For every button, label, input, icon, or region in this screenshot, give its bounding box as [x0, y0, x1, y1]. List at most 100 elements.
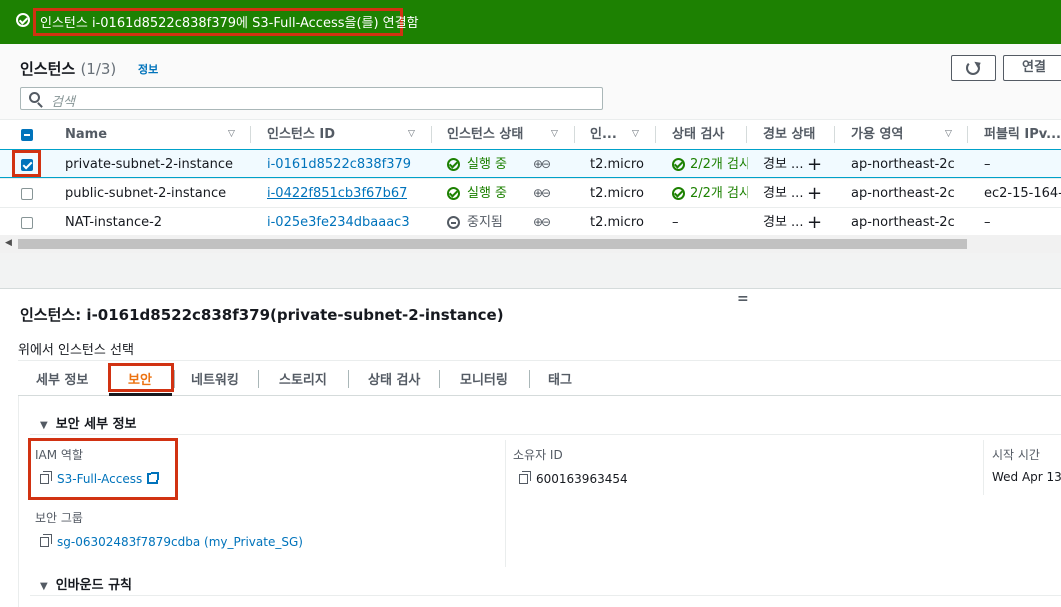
success-check-icon [16, 13, 30, 27]
sort-icon[interactable]: ▽ [945, 120, 952, 149]
instances-count: (1/3) [80, 60, 117, 78]
instance-id-link[interactable]: i-0422f851cb3f67b67 [267, 179, 407, 208]
alarm-status: 경보 ... [763, 215, 804, 230]
running-check-icon [447, 158, 460, 171]
column-header-name[interactable]: Name [65, 120, 107, 149]
sort-icon[interactable]: ▽ [632, 120, 639, 149]
tab-status-checks[interactable]: 상태 검사 [368, 369, 420, 388]
drag-handle-icon[interactable]: = [737, 291, 749, 307]
owner-id-label: 소유자 ID [513, 448, 563, 462]
column-divider [505, 440, 506, 567]
instance-type: t2.micro [590, 186, 644, 201]
owner-id-value: 600163963454 [519, 471, 628, 486]
security-details-header[interactable]: ▼ 보안 세부 정보 [40, 413, 137, 432]
zoom-icon[interactable]: ⊕⊖ [533, 208, 551, 237]
highlight-box-tab [108, 363, 174, 392]
column-header-status-check[interactable]: 상태 검사 [672, 120, 724, 149]
flash-message: 인스턴스 i-0161d8522c838f379에 S3-Full-Access… [40, 16, 419, 31]
column-header-public-ip[interactable]: 퍼블릭 IPv... [984, 120, 1061, 149]
table-row[interactable]: NAT-instance-2 i-025e3fe234dbaaac3 중지됨 ⊕… [0, 207, 1061, 236]
instance-name: NAT-instance-2 [65, 215, 163, 230]
table-row[interactable]: private-subnet-2-instance i-0161d8522c83… [0, 149, 1061, 178]
section-divider [30, 595, 1061, 596]
instance-state: 실행 중 [467, 157, 508, 172]
highlight-box-checkbox [12, 150, 41, 177]
availability-zone: ap-northeast-2c [851, 215, 955, 230]
info-link[interactable]: 정보 [138, 61, 158, 77]
column-header-instance-type[interactable]: 인... [590, 120, 617, 149]
public-ip: – [984, 215, 991, 230]
sort-icon[interactable]: ▽ [228, 120, 235, 149]
horizontal-scrollbar[interactable]: ◀ [0, 235, 1061, 253]
add-alarm-icon[interactable]: + [807, 179, 822, 208]
check-passed-icon [672, 158, 685, 171]
sort-icon[interactable]: ▽ [551, 120, 558, 149]
stopped-icon [447, 216, 460, 229]
security-group-value[interactable]: sg-06302483f7879cdba (my_Private_SG) [40, 534, 303, 549]
caret-down-icon: ▼ [40, 420, 48, 431]
availability-zone: ap-northeast-2c [851, 186, 955, 201]
connect-button[interactable]: 연결 [1003, 55, 1061, 81]
security-group-link[interactable]: sg-06302483f7879cdba (my_Private_SG) [57, 535, 303, 549]
column-header-alarm-status[interactable]: 경보 상태 [763, 120, 815, 149]
detail-subtitle: 위에서 인스턴스 선택 [18, 343, 134, 358]
sort-icon[interactable]: ▽ [408, 120, 415, 149]
security-group-label: 보안 그룹 [35, 511, 83, 525]
table-row[interactable]: public-subnet-2-instance i-0422f851cb3f6… [0, 178, 1061, 207]
instance-state: 실행 중 [467, 186, 508, 201]
search-input[interactable]: 검색 [20, 87, 603, 110]
select-all-checkbox[interactable] [21, 129, 33, 141]
refresh-button[interactable] [951, 55, 996, 81]
security-panel [18, 396, 1061, 607]
column-header-instance-id[interactable]: 인스턴스 ID [267, 120, 335, 149]
search-placeholder: 검색 [51, 95, 75, 110]
column-header-instance-state[interactable]: 인스턴스 상태 [447, 120, 523, 149]
instance-name: public-subnet-2-instance [65, 186, 227, 201]
tab-tags[interactable]: 태그 [548, 369, 572, 388]
split-panel-divider [0, 253, 1061, 289]
status-check: 2/2개 검사 [690, 157, 748, 172]
launch-time-label: 시작 시간 [992, 448, 1040, 462]
instance-id-link[interactable]: i-0161d8522c838f379 [267, 150, 411, 179]
alarm-status: 경보 ... [763, 157, 804, 172]
zoom-icon[interactable]: ⊕⊖ [533, 179, 551, 208]
instance-type: t2.micro [590, 215, 644, 230]
owner-id-text: 600163963454 [536, 472, 628, 486]
instance-state: 중지됨 [467, 215, 503, 230]
search-icon [29, 92, 40, 103]
column-header-availability-zone[interactable]: 가용 영역 [851, 120, 903, 149]
caret-down-icon: ▼ [40, 581, 48, 592]
zoom-icon[interactable]: ⊕⊖ [533, 150, 551, 179]
section-divider [30, 434, 1061, 435]
tab-networking[interactable]: 네트워킹 [191, 369, 239, 388]
availability-zone: ap-northeast-2c [851, 157, 955, 172]
inbound-rules-header[interactable]: ▼ 인바운드 규칙 [40, 574, 132, 593]
copy-icon[interactable] [519, 471, 531, 484]
highlight-box-iam-role [28, 438, 178, 500]
instance-id-link[interactable]: i-025e3fe234dbaaac3 [267, 208, 410, 237]
add-alarm-icon[interactable]: + [807, 208, 822, 237]
status-check: – [672, 215, 679, 230]
tab-details[interactable]: 세부 정보 [36, 369, 88, 388]
scroll-left-arrow-icon[interactable]: ◀ [5, 238, 12, 248]
scrollbar-thumb[interactable] [18, 239, 967, 249]
tab-storage[interactable]: 스토리지 [279, 369, 327, 388]
launch-time-value: Wed Apr 13 [992, 470, 1061, 484]
copy-icon[interactable] [40, 534, 52, 547]
refresh-icon [966, 61, 980, 75]
security-details-title: 보안 세부 정보 [55, 417, 137, 432]
detail-tabs: 세부 정보 보안 네트워킹 스토리지 상태 검사 모니터링 태그 [18, 360, 1061, 396]
check-passed-icon [672, 187, 685, 200]
public-ip: ec2-15-164-1 [984, 186, 1061, 201]
running-check-icon [447, 187, 460, 200]
tab-monitoring[interactable]: 모니터링 [460, 369, 508, 388]
instances-heading: 인스턴스 (1/3) [20, 58, 116, 79]
inbound-rules-title: 인바운드 규칙 [55, 578, 132, 593]
add-alarm-icon[interactable]: + [807, 150, 822, 179]
row-checkbox[interactable] [21, 188, 33, 200]
detail-title: 인스턴스: i-0161d8522c838f379(private-subnet… [20, 306, 504, 324]
instances-table: Name ▽ 인스턴스 ID ▽ 인스턴스 상태 ▽ 인... ▽ 상태 검사 … [0, 119, 1061, 235]
instances-title: 인스턴스 [20, 60, 76, 78]
row-checkbox[interactable] [21, 217, 33, 229]
public-ip: – [984, 157, 991, 172]
